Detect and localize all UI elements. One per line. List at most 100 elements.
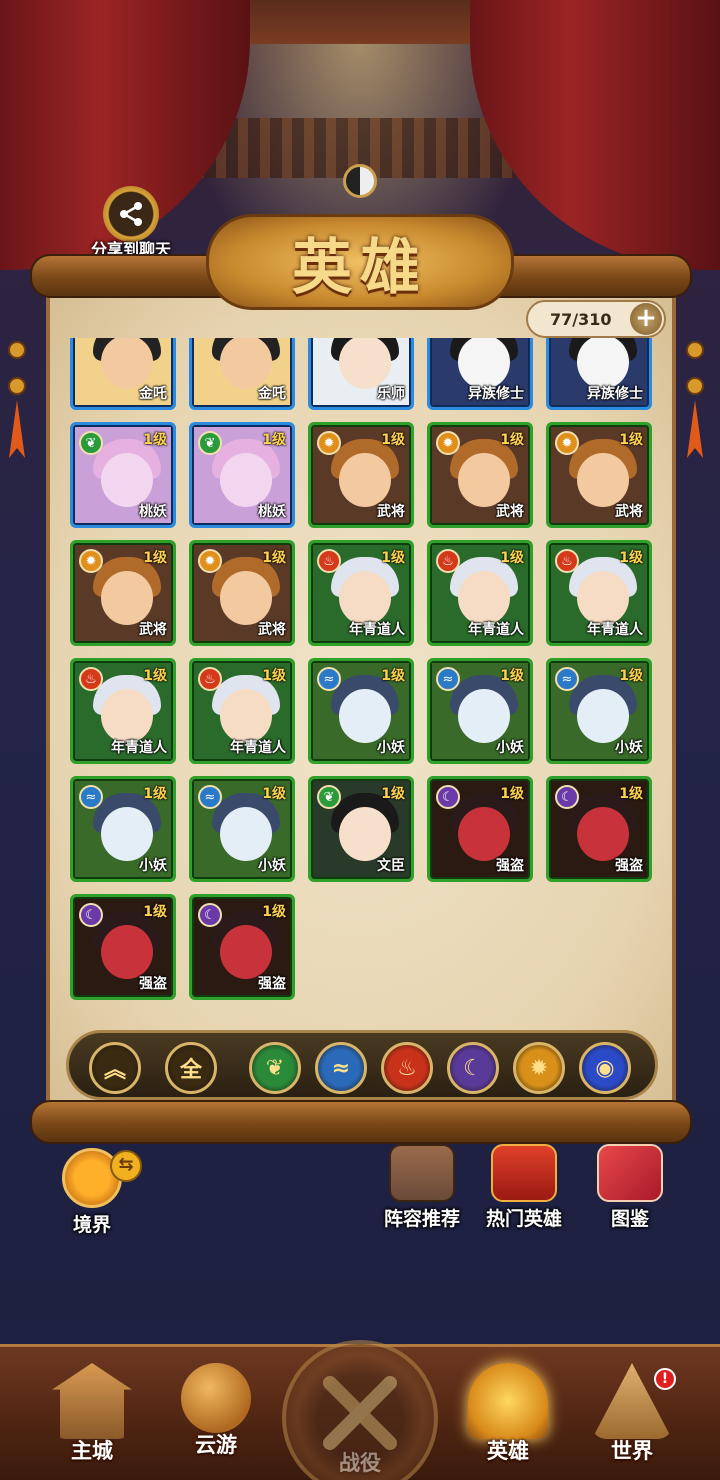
filter-light-icon[interactable]: ✹ [513, 1042, 565, 1094]
hero-card[interactable]: ≈1级 小妖 [308, 658, 414, 764]
hero-face [220, 453, 272, 507]
fire-element-icon: ♨ [555, 549, 579, 573]
hero-card[interactable]: ♨ 1级 年青道人 [308, 540, 414, 646]
light-element-icon: ✹ [555, 431, 579, 455]
hero-card[interactable]: ❦ 1级 桃妖 [189, 422, 295, 528]
hero-face [458, 689, 510, 743]
hero-name: 小妖 [258, 858, 286, 874]
hero-card[interactable]: ✹ 1级 武将 [189, 540, 295, 646]
hero-face [577, 453, 629, 507]
hero-card[interactable]: 异族修士 [427, 338, 533, 410]
codex-button[interactable]: 图鉴 [580, 1144, 680, 1231]
hero-name: 异族修士 [468, 386, 524, 402]
realm-label: 境界 [72, 1214, 111, 1236]
hero-face [220, 571, 272, 625]
dark-element-icon: ☾ [436, 785, 460, 809]
filter-storm-icon[interactable]: ◉ [579, 1042, 631, 1094]
hero-level: 1级 [500, 668, 524, 684]
hero-card[interactable]: 金吒 [70, 338, 176, 410]
hero-card[interactable]: 异族修士 [546, 338, 652, 410]
tab-main-city[interactable]: 主城 [32, 1363, 152, 1465]
hero-face [101, 571, 153, 625]
tab-battle[interactable]: 战役 [300, 1375, 420, 1477]
tab-heroes-label: 英雄 [487, 1439, 529, 1463]
hero-card[interactable]: ☾ 1级 强盗 [546, 776, 652, 882]
hero-card[interactable]: ✹ 1级 武将 [546, 422, 652, 528]
hero-level: 1级 [262, 550, 286, 566]
tab-heroes[interactable]: 英雄 [448, 1363, 568, 1465]
hero-face [577, 807, 629, 861]
hero-card[interactable]: ≈1级 小妖 [189, 776, 295, 882]
filter-dark-icon[interactable]: ☾ [447, 1042, 499, 1094]
filter-all-button[interactable]: 全 [165, 1042, 217, 1094]
hero-level: 1级 [262, 432, 286, 448]
share-icon[interactable] [103, 186, 159, 242]
hero-name: 强盗 [615, 858, 643, 874]
filter-wood-icon[interactable]: ❦ [249, 1042, 301, 1094]
hero-face [458, 807, 510, 861]
hero-card[interactable]: ☾ 1级 强盗 [70, 894, 176, 1000]
filter-collapse-button[interactable]: ︽ [89, 1042, 141, 1094]
light-element-icon: ✹ [436, 431, 460, 455]
dark-element-icon: ☾ [198, 903, 222, 927]
hero-face [339, 689, 391, 743]
hero-card[interactable]: ♨ 1级 年青道人 [546, 540, 652, 646]
wood-element-icon: ❦ [317, 785, 341, 809]
hero-count: 77/310 [550, 309, 612, 329]
hero-face [101, 689, 153, 743]
hero-grid: 金吒 金吒 乐师 异族修士 异族修士 ❦ 1级 桃妖 ❦ 1级 桃妖 ✹ 1级 武将 ✹ 1级 武将 ✹ 1级 武将 ✹… [60, 338, 660, 1018]
hero-card[interactable]: ≈1级 小妖 [70, 776, 176, 882]
share-to-chat[interactable]: 分享到聊天 [76, 186, 186, 260]
hero-card[interactable]: ☾ 1级 强盗 [189, 894, 295, 1000]
hero-level: 1级 [500, 432, 524, 448]
tab-travel[interactable]: 云游 [156, 1363, 276, 1459]
palace-icon [52, 1363, 132, 1439]
filter-fire-icon[interactable]: ♨ [381, 1042, 433, 1094]
hero-card[interactable]: ❦ 1级 文臣 [308, 776, 414, 882]
hero-card[interactable]: ♨ 1级 年青道人 [427, 540, 533, 646]
hero-level: 1级 [262, 668, 286, 684]
swap-icon[interactable]: ⇆ [110, 1150, 142, 1182]
hero-level: 1级 [500, 786, 524, 802]
hero-name: 异族修士 [587, 386, 643, 402]
hero-level: 1级 [381, 550, 405, 566]
helmet-icon [468, 1363, 548, 1439]
expand-capacity-button[interactable]: + [630, 303, 662, 335]
title-plaque: 英雄 [206, 214, 514, 310]
hero-name: 强盗 [496, 858, 524, 874]
hero-card[interactable]: ✹ 1级 武将 [308, 422, 414, 528]
hero-level: 1级 [143, 668, 167, 684]
hero-face [220, 338, 272, 389]
hero-card[interactable]: ✹ 1级 武将 [70, 540, 176, 646]
hero-name: 年青道人 [111, 740, 167, 756]
hero-card[interactable]: ♨ 1级 年青道人 [189, 658, 295, 764]
codex-label: 图鉴 [610, 1208, 649, 1230]
hero-card[interactable]: ≈1级 小妖 [546, 658, 652, 764]
hero-face [577, 571, 629, 625]
tab-world-label: 世界 [611, 1439, 653, 1463]
fire-element-icon: ♨ [436, 549, 460, 573]
fire-element-icon: ♨ [317, 549, 341, 573]
hero-card[interactable]: 金吒 [189, 338, 295, 410]
hero-card[interactable]: ♨ 1级 年青道人 [70, 658, 176, 764]
lineup-icon [389, 1144, 455, 1202]
hero-card[interactable]: ☾ 1级强盗 [427, 776, 533, 882]
world-notification-badge: ! [654, 1368, 676, 1390]
hero-card[interactable]: ✹ 1级 武将 [427, 422, 533, 528]
hero-name: 金吒 [258, 386, 286, 402]
scroll-roll-bottom [30, 1100, 692, 1144]
hero-name: 年青道人 [468, 622, 524, 638]
hero-card[interactable]: ❦ 1级 桃妖 [70, 422, 176, 528]
light-element-icon: ✹ [79, 549, 103, 573]
yinyang-ornament-icon [343, 164, 377, 198]
hero-face [101, 807, 153, 861]
filter-water-icon[interactable]: ≈ [315, 1042, 367, 1094]
lineup-recommend-button[interactable]: 阵容推荐 [372, 1144, 472, 1231]
hero-card[interactable]: ≈1级 小妖 [427, 658, 533, 764]
hero-name: 文臣 [377, 858, 405, 874]
hero-card[interactable]: 乐师 [308, 338, 414, 410]
hero-name: 乐师 [377, 386, 405, 402]
popular-heroes-button[interactable]: 热门英雄 [474, 1144, 574, 1231]
hero-count-pill: 77/310 + [526, 300, 666, 338]
hero-name: 武将 [139, 622, 167, 638]
